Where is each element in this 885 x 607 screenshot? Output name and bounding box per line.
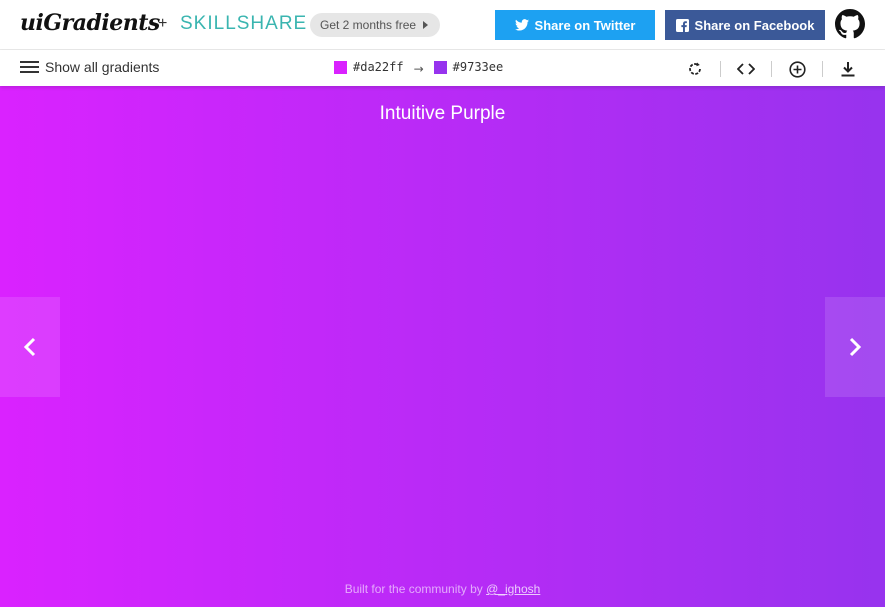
share-twitter-label: Share on Twitter — [534, 17, 636, 33]
footer-text: Built for the community by — [344, 582, 483, 596]
previous-gradient-button[interactable] — [0, 297, 60, 397]
footer-credit: Built for the community by @_ighosh — [0, 582, 885, 596]
facebook-icon — [675, 18, 689, 32]
color-swatch-to — [433, 60, 447, 74]
top-header: uiGradients + SKILLSHARE Get 2 months fr… — [0, 0, 885, 50]
share-facebook-button[interactable]: Share on Facebook — [665, 10, 825, 40]
hamburger-icon — [20, 60, 39, 74]
toolbar: Show all gradients #da22ff → #9733ee — [0, 50, 885, 86]
next-gradient-button[interactable] — [825, 297, 885, 397]
show-all-gradients-button[interactable]: Show all gradients — [20, 59, 159, 75]
download-icon[interactable] — [833, 58, 863, 80]
rotate-icon[interactable] — [680, 58, 710, 80]
code-icon[interactable] — [731, 58, 761, 80]
divider — [822, 61, 823, 77]
author-link[interactable]: @_ighosh — [486, 582, 540, 596]
divider — [720, 61, 721, 77]
promo-label: Get 2 months free — [320, 18, 417, 32]
color-swatch-from — [334, 60, 347, 74]
gradient-name: Intuitive Purple — [379, 103, 506, 124]
gradient-colors: #da22ff → #9733ee — [334, 60, 504, 76]
chevron-left-icon — [23, 337, 36, 357]
show-all-gradients-label: Show all gradients — [45, 59, 160, 75]
twitter-icon — [514, 19, 529, 31]
github-icon[interactable] — [835, 9, 865, 39]
skillshare-logo[interactable]: SKILLSHARE — [180, 13, 307, 35]
promo-button[interactable]: Get 2 months free — [310, 13, 441, 37]
uigradients-logo[interactable]: uiGradients — [20, 10, 160, 36]
plus-sign: + — [158, 15, 168, 32]
chevron-right-icon — [849, 337, 862, 357]
play-icon — [423, 21, 429, 29]
gradient-canvas: Intuitive Purple Built for the community… — [0, 86, 885, 607]
share-facebook-label: Share on Facebook — [694, 17, 815, 33]
share-twitter-button[interactable]: Share on Twitter — [495, 10, 655, 40]
add-icon[interactable] — [782, 58, 812, 80]
color-code-from[interactable]: #da22ff — [353, 60, 404, 74]
tool-buttons — [680, 58, 863, 80]
divider — [771, 61, 772, 77]
arrow-icon: → — [413, 62, 424, 76]
color-code-to[interactable]: #9733ee — [453, 60, 504, 74]
